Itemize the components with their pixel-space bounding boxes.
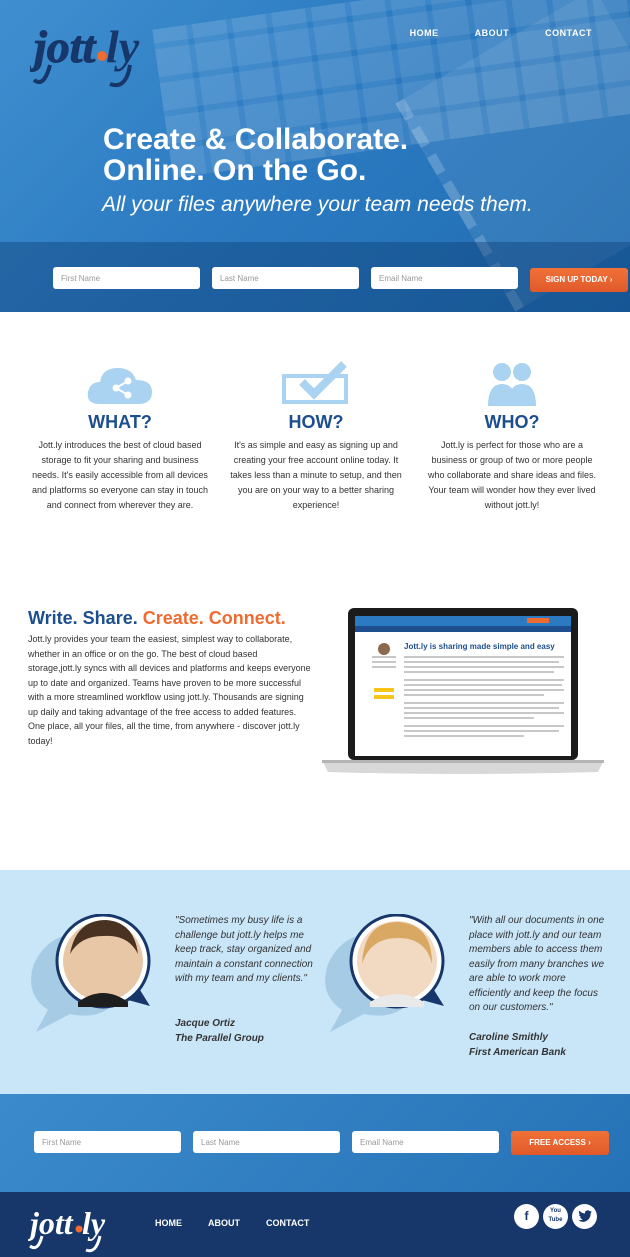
footer: jott ly HOME ABOUT CONTACT f You Tube <box>0 1192 630 1257</box>
facebook-icon[interactable]: f <box>514 1204 539 1229</box>
footer-nav: HOME ABOUT CONTACT <box>155 1218 309 1228</box>
svg-text:ly: ly <box>106 21 140 72</box>
svg-text:jott: jott <box>28 1205 74 1241</box>
footer-logo[interactable]: jott ly <box>28 1198 108 1254</box>
hero-section: jott ly HOME ABOUT CONTACT Create & Coll… <box>0 0 630 312</box>
write-share-title-part1: Write. Share. <box>28 608 138 628</box>
testimonial-2-company: First American Bank <box>469 1046 566 1058</box>
headline-line-1: Create & Collaborate. <box>103 123 409 156</box>
headline-line-2: Online. On the Go. <box>103 154 367 187</box>
last-name-field[interactable]: Last Name <box>212 267 359 289</box>
testimonial-1-bubble <box>31 914 151 1032</box>
laptop-image <box>322 608 604 774</box>
last-name-field-bottom[interactable]: Last Name <box>193 1131 340 1153</box>
footer-home-link[interactable]: HOME <box>155 1218 182 1228</box>
nav-contact-link[interactable]: CONTACT <box>545 28 592 38</box>
checkbox-icon <box>282 361 348 404</box>
signup-bottom-section: First Name Last Name Email Name FREE ACC… <box>0 1094 630 1192</box>
email-field[interactable]: Email Name <box>371 267 518 289</box>
feature-who-title: WHO? <box>484 412 540 432</box>
svg-text:jott: jott <box>30 21 97 72</box>
testimonials-section: "Sometimes my busy life is a challenge b… <box>0 870 630 1094</box>
write-share-title-part2: Create. Connect. <box>142 608 286 628</box>
youtube-label: You Tube <box>548 1208 563 1223</box>
free-access-button[interactable]: FREE ACCESS › <box>511 1131 609 1155</box>
people-icon <box>488 363 536 406</box>
laptop-screenshot: Jott.ly is sharing made simple and easy <box>322 606 604 776</box>
write-share-title: Write. Share. Create. Connect. <box>28 608 286 629</box>
youtube-icon[interactable]: You Tube <box>543 1204 568 1229</box>
feature-who: WHO? Jott.ly is perfect for those who ar… <box>422 360 602 513</box>
screen-heading: Jott.ly is sharing made simple and easy <box>404 642 555 651</box>
feature-how-text: It's as simple and easy as signing up an… <box>230 440 402 510</box>
top-nav: HOME ABOUT CONTACT <box>410 28 592 38</box>
feature-what-title: WHAT? <box>88 412 152 432</box>
twitter-icon[interactable] <box>572 1204 597 1229</box>
footer-contact-link[interactable]: CONTACT <box>266 1218 309 1228</box>
email-field-bottom[interactable]: Email Name <box>352 1131 499 1153</box>
svg-text:ly: ly <box>82 1205 106 1241</box>
hero-subheadline: All your files anywhere your team needs … <box>102 193 533 216</box>
footer-about-link[interactable]: ABOUT <box>208 1218 240 1228</box>
write-share-body: Jott.ly provides your team the easiest, … <box>28 634 311 746</box>
testimonial-2-quote: "With all our documents in one place wit… <box>469 915 605 1013</box>
hero-headline: Create & Collaborate. Online. On the Go. <box>103 124 408 186</box>
nav-home-link[interactable]: HOME <box>410 28 439 38</box>
testimonial-1-company: The Parallel Group <box>175 1032 264 1044</box>
feature-who-text: Jott.ly is perfect for those who are a b… <box>427 440 597 510</box>
testimonial-1-author: Jacque Ortiz The Parallel Group <box>175 1017 264 1046</box>
testimonial-1-quote: "Sometimes my busy life is a challenge b… <box>175 915 313 984</box>
jottly-logo[interactable]: jott ly <box>30 10 140 90</box>
first-name-field-bottom[interactable]: First Name <box>34 1131 181 1153</box>
feature-how: HOW? It's as simple and easy as signing … <box>226 360 406 513</box>
testimonial-2-name: Caroline Smithly <box>469 1032 548 1043</box>
feature-what: WHAT? Jott.ly introduces the best of clo… <box>30 360 210 513</box>
sign-up-today-button[interactable]: SIGN UP TODAY › <box>530 268 628 292</box>
testimonial-2-author: Caroline Smithly First American Bank <box>469 1031 566 1060</box>
testimonial-1-name: Jacque Ortiz <box>175 1018 236 1029</box>
first-name-field[interactable]: First Name <box>53 267 200 289</box>
feature-how-title: HOW? <box>288 412 344 432</box>
twitter-bird-icon <box>577 1210 592 1222</box>
feature-what-text: Jott.ly introduces the best of cloud bas… <box>31 440 209 510</box>
nav-about-link[interactable]: ABOUT <box>475 28 510 38</box>
testimonial-2-bubble <box>325 914 445 1032</box>
cloud-share-icon <box>87 368 152 404</box>
